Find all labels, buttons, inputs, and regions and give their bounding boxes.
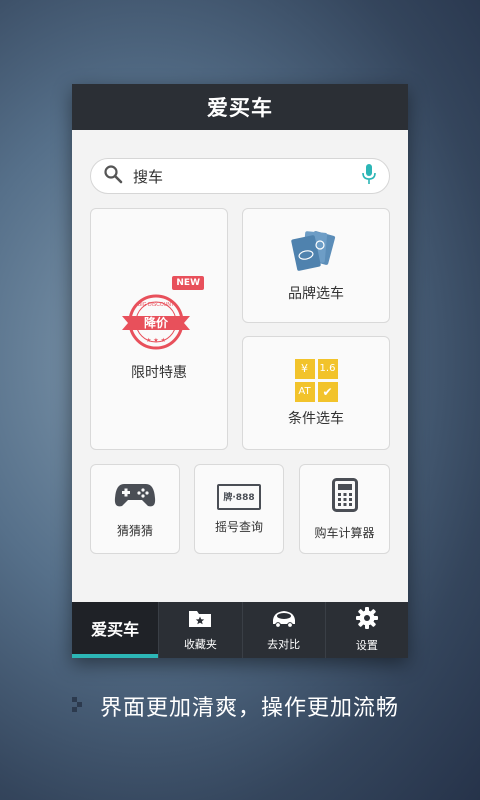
folder-star-icon bbox=[188, 608, 212, 632]
tab-compare-label: 去对比 bbox=[267, 638, 301, 651]
stamp-ring-text: BIG DISCOUNT bbox=[138, 302, 174, 308]
search-bar[interactable]: 搜车 bbox=[90, 158, 390, 194]
lottery-query-card[interactable]: 牌·888 摇号查询 bbox=[194, 464, 284, 554]
tab-home-label: 爱买车 bbox=[91, 620, 140, 639]
condition-tiles-icon: ¥ 1.6 AT ✔ bbox=[294, 358, 338, 402]
condition-select-card[interactable]: ¥ 1.6 AT ✔ 条件选车 bbox=[242, 336, 390, 450]
app-title: 爱买车 bbox=[207, 96, 273, 120]
brand-select-label: 品牌选车 bbox=[288, 285, 344, 302]
lottery-query-label: 摇号查询 bbox=[214, 519, 263, 534]
limited-offer-label: 限时特惠 bbox=[131, 365, 187, 381]
gear-icon bbox=[355, 607, 378, 633]
brand-cards-icon bbox=[288, 229, 344, 277]
svg-text:★ ★ ★: ★ ★ ★ bbox=[146, 337, 166, 344]
tile-check: ✔ bbox=[317, 381, 338, 402]
plate-text: 牌·888 bbox=[223, 493, 255, 503]
microphone-icon[interactable] bbox=[361, 163, 377, 189]
guess-game-card[interactable]: 猜猜猜 bbox=[90, 464, 180, 554]
caption-text: 界面更加清爽，操作更加流畅 bbox=[100, 696, 400, 721]
discount-stamp-icon: NEW BIG DISCOUNT ★ ★ ★ 降价 bbox=[114, 276, 204, 356]
tab-settings-label: 设置 bbox=[355, 639, 378, 652]
stamp-text: 降价 bbox=[143, 316, 168, 330]
condition-select-label: 条件选车 bbox=[288, 410, 344, 427]
bottom-tab-bar: 爱买车 收藏夹 去对比 设置 bbox=[72, 602, 408, 658]
app-title-bar: 爱买车 bbox=[72, 84, 408, 130]
limited-offer-card[interactable]: NEW BIG DISCOUNT ★ ★ ★ 降价 限时特惠 bbox=[90, 208, 228, 450]
promo-caption: 界面更加清爽，操作更加流畅 bbox=[72, 690, 399, 722]
phone-frame: 爱买车 搜车 NEW BIG DISCOUNT ★ ★ ★ 降价 限时特惠 品牌… bbox=[72, 84, 408, 658]
tab-compare[interactable]: 去对比 bbox=[241, 602, 325, 658]
search-icon bbox=[103, 164, 123, 188]
tile-yuan: ¥ bbox=[294, 358, 315, 379]
gamepad-icon bbox=[114, 480, 156, 514]
brand-select-card[interactable]: 品牌选车 bbox=[242, 208, 390, 323]
tab-home[interactable]: 爱买车 bbox=[72, 602, 159, 658]
car-compare-icon bbox=[270, 608, 298, 632]
guess-game-label: 猜猜猜 bbox=[116, 523, 153, 538]
tile-transmission: AT bbox=[294, 381, 315, 402]
tab-favorites-label: 收藏夹 bbox=[183, 638, 217, 651]
car-calculator-card[interactable]: 购车计算器 bbox=[299, 464, 390, 554]
search-input[interactable]: 搜车 bbox=[133, 166, 361, 187]
tab-settings[interactable]: 设置 bbox=[324, 602, 408, 658]
car-calculator-label: 购车计算器 bbox=[314, 525, 375, 540]
tab-favorites[interactable]: 收藏夹 bbox=[158, 602, 241, 658]
calculator-icon bbox=[331, 477, 358, 516]
license-plate-icon: 牌·888 bbox=[217, 483, 261, 510]
caption-bullet-icon bbox=[72, 697, 86, 715]
tile-displacement: 1.6 bbox=[317, 358, 338, 379]
